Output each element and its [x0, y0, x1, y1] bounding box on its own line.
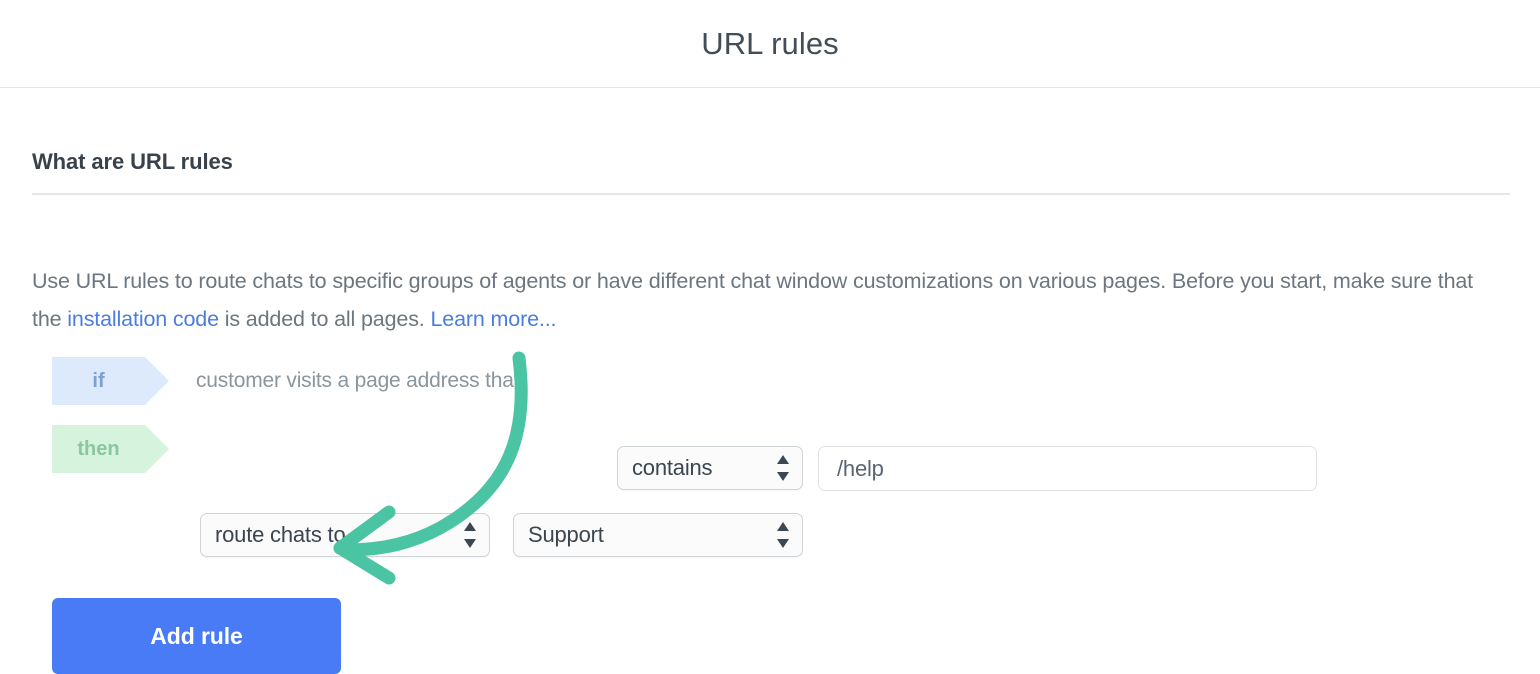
- page-header: URL rules: [0, 0, 1540, 88]
- stepper-updown-icon[interactable]: [464, 522, 476, 548]
- if-badge: if: [52, 357, 169, 405]
- then-badge-label: then: [77, 437, 120, 460]
- url-value-input[interactable]: /help: [818, 446, 1317, 491]
- then-badge: then: [52, 425, 169, 473]
- action-select[interactable]: route chats to: [200, 513, 490, 557]
- rule-builder: if customer visits a page address that c…: [0, 88, 1540, 674]
- group-select[interactable]: Support: [513, 513, 803, 557]
- group-value: Support: [528, 522, 604, 547]
- stepper-updown-icon[interactable]: [777, 455, 789, 481]
- page-title: URL rules: [701, 25, 839, 61]
- action-value: route chats to: [215, 522, 346, 547]
- if-badge-label: if: [92, 369, 105, 392]
- rule-row-if: if customer visits a page address that: [52, 357, 520, 405]
- stepper-updown-icon[interactable]: [777, 522, 789, 548]
- rule-row-then: then: [52, 425, 169, 473]
- if-condition-text: customer visits a page address that: [196, 369, 520, 392]
- add-rule-button[interactable]: Add rule: [52, 598, 341, 674]
- match-type-value: contains: [632, 455, 713, 480]
- match-type-select[interactable]: contains: [617, 446, 803, 490]
